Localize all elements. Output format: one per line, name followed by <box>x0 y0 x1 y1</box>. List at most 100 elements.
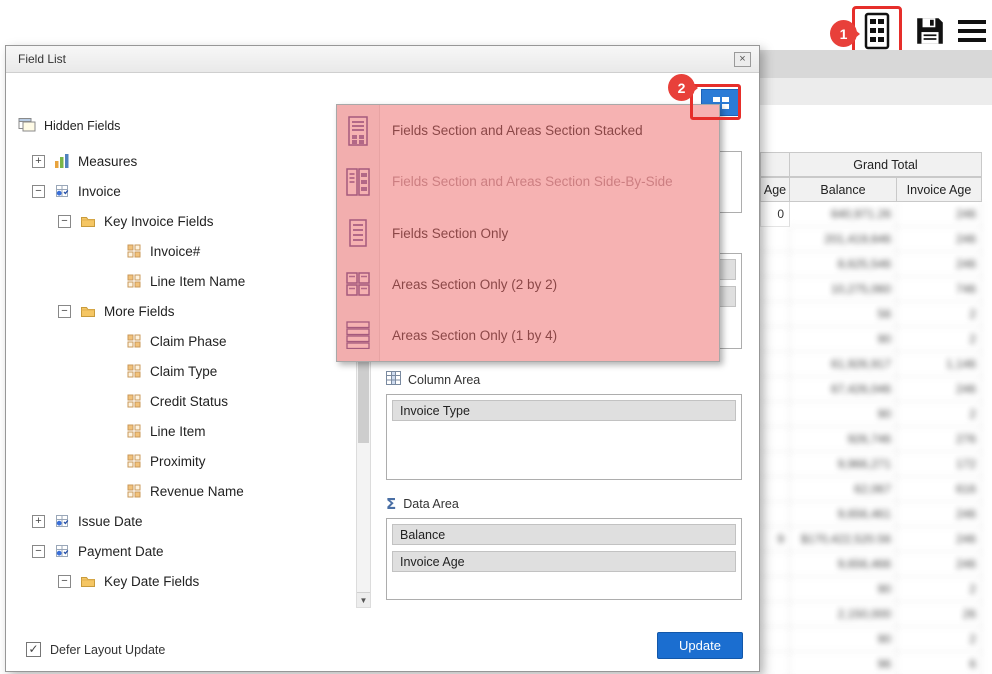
table-row: 62,067616 <box>760 477 982 502</box>
tree-item-more-fields[interactable]: − More Fields <box>16 296 351 326</box>
tree-item-key-invoice-fields[interactable]: −Key Invoice Fields <box>16 206 351 236</box>
tree-item-label: Credit Status <box>150 394 228 409</box>
field-icon <box>125 243 143 259</box>
collapse-icon[interactable]: − <box>32 545 45 558</box>
cell-invoice-age-redacted: 2 <box>897 577 982 602</box>
menu-item-fields-section-and-areas-section-stacked[interactable]: Fields Section and Areas Section Stacked <box>337 105 719 156</box>
cell-balance-redacted: 90 <box>790 627 897 652</box>
cell-balance-redacted: 62,067 <box>790 477 897 502</box>
update-button[interactable]: Update <box>657 632 743 659</box>
tree-item-issue-date[interactable]: + Issue Date <box>16 506 351 536</box>
cell-age-partial <box>760 252 790 277</box>
tree-item-invoice[interactable]: Invoice# <box>16 236 351 266</box>
tree-item-label: Issue Date <box>78 514 143 529</box>
dialog-title: Field List <box>6 46 759 73</box>
pivot-header-row-2: Age Balance Invoice Age <box>760 177 982 202</box>
dialog-titlebar[interactable]: Field List × <box>6 46 759 73</box>
tree-item-label: Measures <box>78 154 137 169</box>
tree-item-measures[interactable]: + Measures <box>16 146 351 176</box>
cell-age-partial <box>760 327 790 352</box>
tree-item-label: Invoice <box>78 184 121 199</box>
cell-balance-redacted: 9,966,271 <box>790 452 897 477</box>
tree-item-invoice[interactable]: − Invoice <box>16 176 351 206</box>
grand-total-header: Grand Total <box>790 152 982 177</box>
cell-age-partial: 0 <box>760 202 790 227</box>
cell-invoice-age-redacted: 276 <box>897 427 982 452</box>
table-row: 10,275,060746 <box>760 277 982 302</box>
cell-invoice-age-redacted: 6 <box>897 652 982 674</box>
table-row: 9$170,422,520.56246 <box>760 527 982 552</box>
tree-item-label: Claim Phase <box>150 334 227 349</box>
cell-invoice-age-redacted: 246 <box>897 552 982 577</box>
pivot-col-invoice-age: Invoice Age <box>897 177 982 202</box>
sidebyside-layout-icon <box>337 168 379 196</box>
column-area-icon <box>386 371 401 388</box>
checkbox-checked-icon[interactable]: ✓ <box>26 642 41 657</box>
cell-invoice-age-redacted: 2 <box>897 302 982 327</box>
save-icon[interactable] <box>914 15 946 47</box>
screen: Grand Total Age Balance Invoice Age 0640… <box>0 0 992 674</box>
tree-item-claim-phase[interactable]: Claim Phase <box>16 326 351 356</box>
cell-invoice-age-redacted: 1,146 <box>897 352 982 377</box>
cell-age-partial <box>760 277 790 302</box>
cell-balance-redacted: 9,656,466 <box>790 552 897 577</box>
table-row: 562 <box>760 302 982 327</box>
menu-item-label: Fields Section Only <box>379 226 508 241</box>
collapse-icon[interactable]: − <box>58 215 71 228</box>
tree-item-claim-type[interactable]: Claim Type <box>16 356 351 386</box>
collapse-icon[interactable]: − <box>32 185 45 198</box>
close-icon[interactable]: × <box>734 52 751 67</box>
cell-age-partial <box>760 452 790 477</box>
data-area-box[interactable]: Balance Invoice Age <box>386 518 742 600</box>
menu-item-areas-section-only-1-by-4[interactable]: Areas Section Only (1 by 4) <box>337 310 719 361</box>
table-row: 902 <box>760 627 982 652</box>
collapse-icon[interactable]: − <box>58 305 71 318</box>
expand-icon[interactable]: + <box>32 515 45 528</box>
pivot-col-balance: Balance <box>790 177 897 202</box>
background-subheader-bar <box>760 78 992 105</box>
tree-item-key-date-fields[interactable]: −Key Date Fields <box>16 566 351 596</box>
tree-item-credit-status[interactable]: Credit Status <box>16 386 351 416</box>
tree-item-line-item[interactable]: Line Item <box>16 416 351 446</box>
table-row: 966 <box>760 652 982 674</box>
data-area-label: Σ Data Area <box>386 495 459 513</box>
expand-icon[interactable]: + <box>32 155 45 168</box>
annotation-step-1: 1 <box>830 20 857 47</box>
background-header-bar <box>760 50 992 78</box>
field-list-icon[interactable] <box>862 12 892 50</box>
menu-item-areas-section-only-2-by-2[interactable]: Areas Section Only (2 by 2) <box>337 259 719 310</box>
pivot-col-age-partial: Age <box>760 177 790 202</box>
cell-age-partial <box>760 602 790 627</box>
table-row: 902 <box>760 402 982 427</box>
menu-item-label: Fields Section and Areas Section Stacked <box>379 123 643 138</box>
menu-item-label: Areas Section Only (1 by 4) <box>379 328 557 343</box>
tree-item-revenue-name[interactable]: Revenue Name <box>16 476 351 506</box>
menu-icon[interactable] <box>958 20 986 42</box>
scroll-down-icon[interactable]: ▼ <box>357 592 370 607</box>
cell-invoice-age-redacted: 616 <box>897 477 982 502</box>
field-icon <box>125 483 143 499</box>
cell-balance-redacted: 2,150,000 <box>790 602 897 627</box>
column-area-item-invoice-type[interactable]: Invoice Type <box>392 400 736 421</box>
fieldsonly-layout-icon <box>337 219 379 247</box>
folder-icon <box>79 573 97 589</box>
data-area-item-invoice-age[interactable]: Invoice Age <box>392 551 736 572</box>
tree-item-proximity[interactable]: Proximity <box>16 446 351 476</box>
column-area-box[interactable]: Invoice Type <box>386 394 742 480</box>
tree-item-line-item-name[interactable]: Line Item Name <box>16 266 351 296</box>
tree-item-label: Line Item Name <box>150 274 245 289</box>
data-area-item-balance[interactable]: Balance <box>392 524 736 545</box>
table-row: 2,150,00026 <box>760 602 982 627</box>
menu-item-fields-section-only[interactable]: Fields Section Only <box>337 207 719 258</box>
tree-item-payment-date[interactable]: −Payment Date <box>16 536 351 566</box>
cell-invoice-age-redacted: 246 <box>897 527 982 552</box>
cell-balance-redacted: 9,656,461 <box>790 502 897 527</box>
cell-invoice-age-redacted: 26 <box>897 602 982 627</box>
cell-age-partial <box>760 627 790 652</box>
hidden-fields-header: Hidden Fields <box>18 116 120 135</box>
cell-age-partial <box>760 352 790 377</box>
collapse-icon[interactable]: − <box>58 575 71 588</box>
tree-item-label: More Fields <box>104 304 175 319</box>
cell-balance-redacted: 90 <box>790 327 897 352</box>
defer-layout-update[interactable]: ✓ Defer Layout Update <box>26 642 165 657</box>
